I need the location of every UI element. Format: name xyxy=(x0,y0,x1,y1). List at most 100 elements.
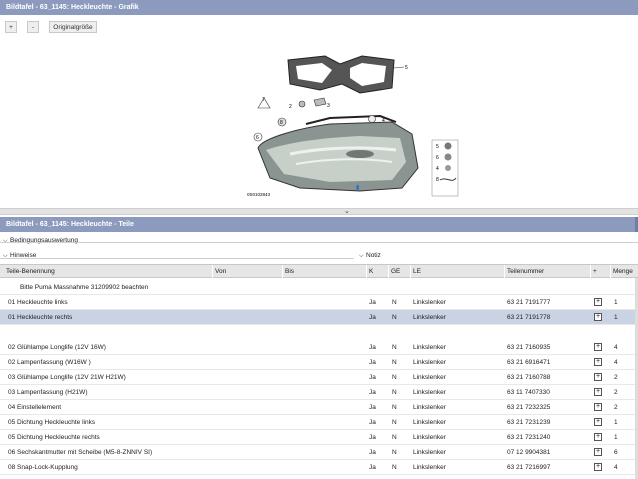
table-row[interactable]: 02 Glühlampe Longlife (12V 16W) Ja N Linksl… xyxy=(0,340,638,355)
table-row[interactable]: 01 Heckleuchte rechts Ja N Linkslenker 63 21… xyxy=(0,310,638,325)
le-value: Linkslenker xyxy=(413,434,446,441)
ge-value: N xyxy=(392,434,397,441)
parts-diagram[interactable]: 5 2 3 4 7 6 8 5 6 4 8 ▮ 0S0102843 xyxy=(0,38,638,208)
table-row[interactable]: 04 Einstellelement Ja N Linkslenker 63 21 72… xyxy=(0,400,638,415)
panel-splitter[interactable]: ⌄ xyxy=(0,208,638,215)
col-le[interactable]: LE xyxy=(410,265,504,278)
table-row[interactable]: 08 Snap-Lock-Kupplung Ja N Linkslenker 63 21… xyxy=(0,460,638,475)
parts-panel-title: Bildtafel - 63_1145: Heckleuchte - Teile xyxy=(0,217,638,232)
part-name: 03 Glühlampe Longlife (12V 21W H21W) xyxy=(8,374,126,381)
k-value: Ja xyxy=(369,374,376,381)
add-to-cart-icon[interactable]: + xyxy=(594,418,602,426)
k-value: Ja xyxy=(369,344,376,351)
quantity: 1 xyxy=(614,434,618,441)
add-to-cart-icon[interactable]: + xyxy=(594,298,602,306)
callout-4b: 4 xyxy=(436,166,439,172)
callout-8: 8 xyxy=(280,120,283,126)
quantity: 1 xyxy=(614,314,618,321)
part-number: 63 21 7231240 xyxy=(507,434,551,441)
col-part-number[interactable]: Teilenummer xyxy=(504,265,588,278)
col-quantity[interactable]: Menge xyxy=(610,265,638,278)
k-value: Ja xyxy=(369,314,376,321)
table-row[interactable]: 02 Lampenfassung (W16W ) Ja N Linkslenker 63… xyxy=(0,355,638,370)
table-row[interactable]: 01 Heckleuchte links Ja N Linkslenker 63 21 … xyxy=(0,295,638,310)
col-to[interactable]: Bis xyxy=(282,265,364,278)
part-name: 05 Dichtung Heckleuchte links xyxy=(8,419,96,426)
zoom-out-button[interactable]: - xyxy=(27,21,39,33)
ge-value: N xyxy=(392,449,397,456)
le-value: Linkslenker xyxy=(413,299,446,306)
ge-value: N xyxy=(392,314,397,321)
table-header: Teile-Benennung Von Bis K GE LE Teilenum… xyxy=(0,264,638,278)
ge-value: N xyxy=(392,419,397,426)
part-name: 02 Lampenfassung (W16W ) xyxy=(8,359,91,366)
le-value: Linkslenker xyxy=(413,359,446,366)
k-value: Ja xyxy=(369,449,376,456)
k-value: Ja xyxy=(369,389,376,396)
add-to-cart-icon[interactable]: + xyxy=(594,388,602,396)
ge-value: N xyxy=(392,359,397,366)
col-add[interactable]: + xyxy=(590,265,610,278)
conditions-section[interactable]: ⌵ Bedingungsauswertung xyxy=(0,235,638,247)
original-size-button[interactable]: Originalgröße xyxy=(49,21,97,33)
ge-value: N xyxy=(392,299,397,306)
add-to-cart-icon[interactable]: + xyxy=(594,313,602,321)
table-note-row: Bitte Puma Massnahme 31209902 beachten xyxy=(0,280,638,295)
le-value: Linkslenker xyxy=(413,449,446,456)
chevron-down-icon[interactable]: ⌄ xyxy=(344,207,350,215)
quantity: 4 xyxy=(614,464,618,471)
table-row[interactable]: 03 Glühlampe Longlife (12V 21W H21W) Ja N L… xyxy=(0,370,638,385)
info-icon[interactable]: ▮ xyxy=(356,185,359,191)
add-to-cart-icon[interactable]: + xyxy=(594,448,602,456)
diagram-code: 0S0102843 xyxy=(247,192,271,197)
callout-7: 7 xyxy=(262,97,265,103)
le-value: Linkslenker xyxy=(413,419,446,426)
callout-2: 2 xyxy=(289,104,292,110)
quantity: 1 xyxy=(614,299,618,306)
k-value: Ja xyxy=(369,464,376,471)
ge-value: N xyxy=(392,404,397,411)
callout-6: 6 xyxy=(256,135,259,141)
gasket-part xyxy=(287,55,395,94)
callout-4: 4 xyxy=(382,118,385,124)
k-value: Ja xyxy=(369,404,376,411)
chevron-down-icon: ⌵ xyxy=(359,253,364,259)
part-name: 03 Lampenfassung (H21W) xyxy=(8,389,88,396)
add-to-cart-icon[interactable]: + xyxy=(594,358,602,366)
table-row[interactable]: 05 Dichtung Heckleuchte links Ja N Linkslen… xyxy=(0,415,638,430)
add-to-cart-icon[interactable]: + xyxy=(594,433,602,441)
col-ge[interactable]: GE xyxy=(388,265,410,278)
notes-label: Notiz xyxy=(366,252,381,259)
le-value: Linkslenker xyxy=(413,404,446,411)
table-row[interactable]: 03 Lampenfassung (H21W) Ja N Linkslenker 63 … xyxy=(0,385,638,400)
col-from[interactable]: Von xyxy=(212,265,280,278)
notes-section[interactable]: ⌵ Notiz xyxy=(356,250,638,262)
part-number: 63 21 6916471 xyxy=(507,359,551,366)
callout-3: 3 xyxy=(327,103,330,109)
callout-8b: 8 xyxy=(436,177,439,183)
graphic-toolbar: + - Originalgröße xyxy=(0,19,638,35)
graphic-panel-title: Bildtafel - 63_1145: Heckleuchte - Grafi… xyxy=(0,0,638,15)
table-row[interactable]: 05 Dichtung Heckleuchte rechts Ja N Linksle… xyxy=(0,430,638,445)
col-name[interactable]: Teile-Benennung xyxy=(4,265,210,278)
le-value: Linkslenker xyxy=(413,314,446,321)
table-row[interactable]: 06 Sechskantmutter mit Scheibe (M5-8-ZNN… xyxy=(0,445,638,460)
part-name: 08 Snap-Lock-Kupplung xyxy=(8,464,78,471)
part-number: 63 11 7407330 xyxy=(507,389,550,396)
part-number: 63 21 7160935 xyxy=(507,344,551,351)
add-to-cart-icon[interactable]: + xyxy=(594,343,602,351)
part-number: 63 21 7232325 xyxy=(507,404,551,411)
part-name: 05 Dichtung Heckleuchte rechts xyxy=(8,434,100,441)
quantity: 2 xyxy=(614,389,618,396)
part-name: 06 Sechskantmutter mit Scheibe (M5-8-ZNN… xyxy=(8,449,153,456)
chevron-down-icon: ⌵ xyxy=(3,238,8,244)
part-name: 01 Heckleuchte rechts xyxy=(8,314,73,321)
add-to-cart-icon[interactable]: + xyxy=(594,373,602,381)
part-number: 63 21 7160788 xyxy=(507,374,551,381)
tail-light-housing xyxy=(257,114,419,192)
col-k[interactable]: K xyxy=(366,265,388,278)
add-to-cart-icon[interactable]: + xyxy=(594,403,602,411)
zoom-in-button[interactable]: + xyxy=(5,21,17,33)
add-to-cart-icon[interactable]: + xyxy=(594,463,602,471)
le-value: Linkslenker xyxy=(413,344,446,351)
